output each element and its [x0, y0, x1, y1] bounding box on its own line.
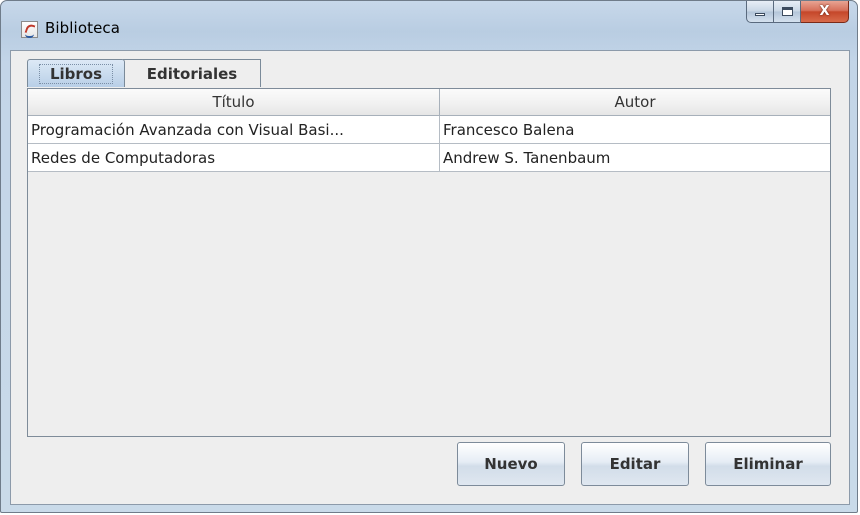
cell-titulo[interactable]: Redes de Computadoras: [28, 144, 440, 171]
window-controls: X: [746, 1, 849, 25]
maximize-button[interactable]: [774, 1, 801, 23]
close-icon: X: [819, 4, 830, 19]
cell-titulo[interactable]: Programación Avanzada con Visual Basi...: [28, 116, 440, 143]
close-button[interactable]: X: [801, 1, 849, 23]
maximize-icon: [781, 7, 793, 16]
table-row[interactable]: Programación Avanzada con Visual Basi...…: [28, 116, 830, 144]
column-header-titulo[interactable]: Título: [28, 89, 440, 115]
minimize-icon: [755, 13, 765, 16]
tab-editoriales-label: Editoriales: [146, 64, 238, 83]
content-panel: Libros Editoriales Título Autor Programa…: [10, 50, 850, 505]
books-table[interactable]: Título Autor Programación Avanzada con V…: [27, 88, 831, 437]
column-header-autor[interactable]: Autor: [440, 89, 830, 115]
table-header: Título Autor: [28, 89, 830, 116]
window-title: Biblioteca: [45, 19, 121, 37]
action-buttons: Nuevo Editar Eliminar: [457, 442, 831, 486]
cell-autor[interactable]: Francesco Balena: [440, 116, 830, 143]
cell-autor[interactable]: Andrew S. Tanenbaum: [440, 144, 830, 171]
title-bar[interactable]: Biblioteca X: [1, 1, 857, 49]
app-window: Biblioteca X Libros Editoriales Título A…: [0, 0, 858, 513]
tab-strip: Libros Editoriales: [27, 58, 261, 87]
tab-libros-label: Libros: [38, 63, 114, 84]
minimize-button[interactable]: [746, 1, 774, 23]
edit-button[interactable]: Editar: [581, 442, 689, 486]
table-row[interactable]: Redes de Computadoras Andrew S. Tanenbau…: [28, 144, 830, 172]
new-button[interactable]: Nuevo: [457, 442, 565, 486]
tab-libros[interactable]: Libros: [27, 59, 125, 87]
java-cup-icon[interactable]: [21, 21, 38, 38]
delete-button[interactable]: Eliminar: [705, 442, 831, 486]
tab-editoriales[interactable]: Editoriales: [123, 59, 261, 87]
